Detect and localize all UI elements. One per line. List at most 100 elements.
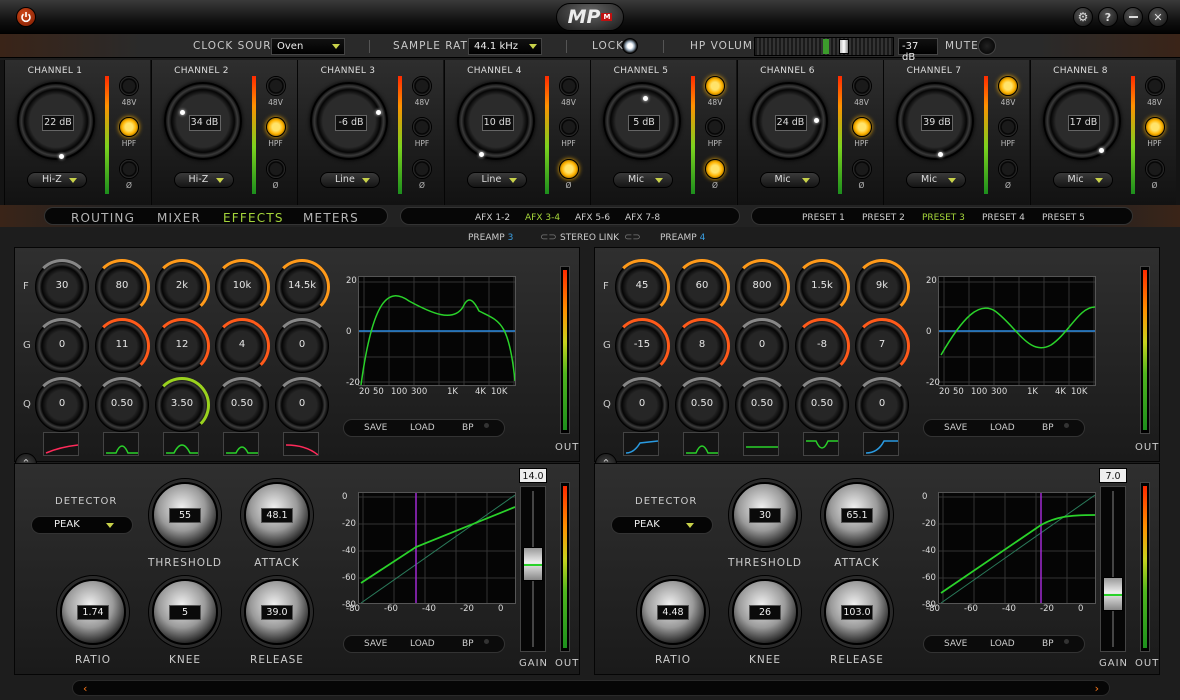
- phantom-48v-button[interactable]: [1144, 76, 1165, 96]
- hpf-button[interactable]: [998, 117, 1018, 137]
- eq-q-knob-1[interactable]: 0: [614, 377, 670, 432]
- scroll-right-icon[interactable]: ›: [1095, 682, 1099, 695]
- filter-shape-3[interactable]: [743, 432, 779, 456]
- input-type-dropdown[interactable]: Mic: [759, 172, 820, 188]
- tab-afx-1-2[interactable]: AFX 1-2: [475, 213, 510, 223]
- eq-f-knob-3[interactable]: 800: [734, 259, 790, 315]
- sample-rate-dropdown[interactable]: 44.1 kHz: [468, 38, 542, 55]
- eq-q-knob-4[interactable]: 0.50: [794, 377, 850, 432]
- hp-volume-slider[interactable]: [754, 37, 894, 56]
- tab-routing[interactable]: ROUTING: [71, 211, 135, 225]
- eq-f-knob-3[interactable]: 2k: [154, 259, 210, 315]
- eq-bypass-button[interactable]: BP: [462, 423, 474, 433]
- eq-g-knob-2[interactable]: 8: [674, 318, 730, 374]
- comp-load-button[interactable]: LOAD: [410, 639, 435, 649]
- knee-knob[interactable]: 5: [152, 579, 218, 645]
- detector-dropdown[interactable]: PEAK: [611, 516, 713, 534]
- phase-invert-button[interactable]: [265, 159, 286, 179]
- tab-afx-5-6[interactable]: AFX 5-6: [575, 213, 610, 223]
- eq-f-knob-1[interactable]: 30: [34, 259, 90, 314]
- phantom-48v-button[interactable]: [412, 76, 432, 96]
- eq-q-knob-2[interactable]: 0.50: [94, 377, 150, 432]
- tab-preset-1[interactable]: PRESET 1: [802, 213, 845, 223]
- eq-q-knob-5[interactable]: 0: [854, 377, 910, 432]
- phase-invert-button[interactable]: [998, 159, 1018, 179]
- eq-f-knob-5[interactable]: 14.5k: [274, 259, 330, 315]
- eq-load-button[interactable]: LOAD: [990, 423, 1015, 433]
- ratio-knob[interactable]: 4.48: [640, 579, 706, 645]
- help-button[interactable]: ?: [1098, 7, 1118, 27]
- eq-f-knob-4[interactable]: 1.5k: [794, 259, 850, 315]
- settings-button[interactable]: ⚙: [1073, 7, 1093, 27]
- eq-f-knob-1[interactable]: 45: [614, 259, 670, 315]
- comp-bypass-button[interactable]: BP: [462, 639, 474, 649]
- minimize-button[interactable]: [1123, 7, 1143, 27]
- eq-q-knob-5[interactable]: 0: [274, 377, 330, 432]
- phantom-48v-button[interactable]: [119, 76, 139, 96]
- input-type-dropdown[interactable]: Mic: [906, 172, 966, 188]
- input-type-dropdown[interactable]: Hi-Z: [173, 172, 234, 188]
- input-type-dropdown[interactable]: Line: [466, 172, 527, 188]
- phase-invert-button[interactable]: [705, 159, 725, 179]
- filter-shape-5[interactable]: [283, 432, 319, 456]
- phase-invert-button[interactable]: [119, 159, 139, 179]
- gain-knob[interactable]: 17 dB: [1042, 82, 1121, 160]
- hpf-button[interactable]: [558, 117, 579, 137]
- eq-q-knob-2[interactable]: 0.50: [674, 377, 730, 432]
- threshold-knob[interactable]: 55: [152, 482, 218, 548]
- input-type-dropdown[interactable]: Line: [320, 172, 380, 188]
- filter-shape-5[interactable]: [863, 432, 899, 456]
- tab-mixer[interactable]: MIXER: [157, 211, 201, 225]
- phantom-48v-button[interactable]: [265, 76, 286, 96]
- phantom-48v-button[interactable]: [998, 76, 1018, 96]
- close-button[interactable]: ✕: [1148, 7, 1168, 27]
- phantom-48v-button[interactable]: [705, 76, 725, 96]
- phantom-48v-button[interactable]: [851, 76, 872, 96]
- tab-preset-5[interactable]: PRESET 5: [1042, 213, 1085, 223]
- eq-g-knob-2[interactable]: 11: [94, 318, 150, 374]
- eq-q-knob-1[interactable]: 0: [34, 377, 90, 432]
- gain-fader[interactable]: [520, 486, 546, 652]
- detector-dropdown[interactable]: PEAK: [31, 516, 133, 534]
- power-button[interactable]: [16, 7, 36, 27]
- filter-shape-4[interactable]: [223, 432, 259, 456]
- gain-knob[interactable]: 22 dB: [17, 82, 95, 160]
- filter-shape-1[interactable]: [43, 432, 79, 456]
- phase-invert-button[interactable]: [1144, 159, 1165, 179]
- input-type-dropdown[interactable]: Hi-Z: [27, 172, 87, 188]
- eq-f-knob-2[interactable]: 60: [674, 259, 730, 315]
- tab-effects[interactable]: EFFECTS: [223, 211, 284, 225]
- tab-afx-7-8[interactable]: AFX 7-8: [625, 213, 660, 223]
- scroll-left-icon[interactable]: ‹: [83, 682, 87, 695]
- eq-g-knob-4[interactable]: -8: [794, 318, 850, 374]
- phantom-48v-button[interactable]: [558, 76, 579, 96]
- attack-knob[interactable]: 48.1: [244, 482, 310, 548]
- filter-shape-3[interactable]: [163, 432, 199, 456]
- gain-fader[interactable]: [1100, 486, 1126, 652]
- attack-knob[interactable]: 65.1: [824, 482, 890, 548]
- release-knob[interactable]: 39.0: [244, 579, 310, 645]
- tab-afx-3-4[interactable]: AFX 3-4: [525, 213, 560, 223]
- eq-save-button[interactable]: SAVE: [944, 423, 967, 433]
- eq-g-knob-1[interactable]: 0: [34, 318, 90, 373]
- gain-knob[interactable]: 34 dB: [163, 82, 242, 160]
- eq-g-knob-3[interactable]: 12: [154, 318, 210, 374]
- eq-save-button[interactable]: SAVE: [364, 423, 387, 433]
- filter-shape-2[interactable]: [103, 432, 139, 456]
- input-type-dropdown[interactable]: Mic: [613, 172, 673, 188]
- tab-preset-3[interactable]: PRESET 3: [922, 213, 965, 223]
- phase-invert-button[interactable]: [851, 159, 872, 179]
- knee-knob[interactable]: 26: [732, 579, 798, 645]
- eq-g-knob-4[interactable]: 4: [214, 318, 270, 374]
- eq-f-knob-4[interactable]: 10k: [214, 259, 270, 315]
- gain-knob[interactable]: 24 dB: [749, 82, 828, 160]
- threshold-knob[interactable]: 30: [732, 482, 798, 548]
- hpf-button[interactable]: [265, 117, 286, 137]
- eq-bypass-button[interactable]: BP: [1042, 423, 1054, 433]
- gain-knob[interactable]: 39 dB: [896, 82, 974, 160]
- eq-f-knob-2[interactable]: 80: [94, 259, 150, 315]
- eq-g-knob-5[interactable]: 7: [854, 318, 910, 374]
- clock-source-dropdown[interactable]: Oven: [271, 38, 345, 55]
- filter-shape-4[interactable]: [803, 432, 839, 456]
- stereo-link-toggle[interactable]: STEREO LINK: [560, 233, 619, 243]
